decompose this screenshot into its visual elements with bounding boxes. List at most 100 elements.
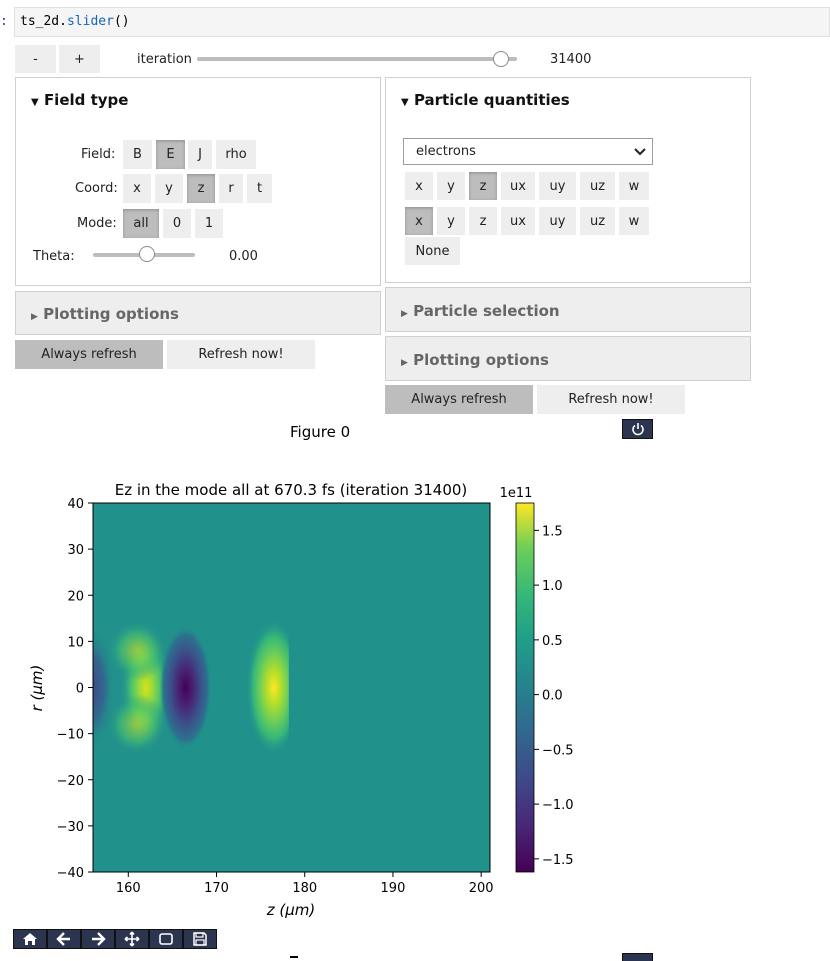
zoom-rect-icon	[159, 933, 173, 945]
particle-none-option[interactable]: None	[405, 237, 460, 265]
x-tick-label: 160	[116, 881, 141, 896]
particle-x-option-uy[interactable]: uy	[539, 172, 576, 200]
colorbar-tick-label: 1.0	[542, 579, 563, 594]
mode-option-0[interactable]: 0	[163, 209, 191, 238]
code-object: ts_2d.	[20, 14, 67, 29]
back-button[interactable]	[47, 929, 81, 949]
home-button[interactable]	[13, 929, 47, 949]
field-feature-wing	[107, 694, 168, 755]
coord-option-y[interactable]: y	[155, 174, 183, 203]
coord-label: Coord:	[75, 181, 118, 196]
iteration-slider-handle[interactable]	[493, 51, 509, 67]
next-power-button-fragment	[622, 953, 653, 961]
caret-down-icon: ▼	[31, 97, 39, 108]
code-function: slider	[66, 14, 114, 29]
figure-toolbar	[13, 929, 217, 949]
caret-right-icon: ▶	[31, 312, 38, 322]
y-axis-label: r (μm)	[28, 665, 46, 712]
colorbar-tick-label: −1.5	[542, 853, 574, 868]
y-tick-label: 30	[67, 543, 84, 558]
x-tick-label: 180	[292, 881, 317, 896]
theta-value: 0.00	[229, 249, 258, 264]
colorbar-tick-label: 0.5	[542, 634, 563, 649]
y-tick-label: 0	[76, 682, 84, 697]
field-refresh-now-button[interactable]: Refresh now!	[167, 340, 315, 369]
field-feature-negative	[159, 625, 212, 750]
mode-option-1[interactable]: 1	[195, 209, 223, 238]
field-plotting-options-header[interactable]: ▶ Plotting options	[31, 305, 179, 323]
chevron-down-icon	[634, 144, 646, 163]
heatmap-image	[93, 503, 490, 872]
field-type-header[interactable]: ▼ Field type	[31, 91, 128, 109]
particle-quantities-title: Particle quantities	[413, 91, 570, 109]
theta-label: Theta:	[33, 249, 75, 264]
mode-label: Mode:	[77, 216, 117, 231]
cell-prompt: :	[0, 14, 8, 29]
home-icon	[23, 933, 37, 945]
particle-y-option-z[interactable]: z	[469, 207, 497, 235]
particle-quantities-header[interactable]: ▼ Particle quantities	[401, 91, 570, 109]
colorbar-tick-label: −1.0	[542, 798, 574, 813]
y-tick-label: 20	[67, 589, 84, 604]
species-select[interactable]: electrons	[403, 138, 653, 165]
particle-y-option-uy[interactable]: uy	[539, 207, 576, 235]
zoom-rect-button[interactable]	[149, 929, 183, 949]
arrow-left-icon	[56, 932, 70, 946]
particle-x-option-y[interactable]: y	[437, 172, 465, 200]
iteration-slider-track	[197, 57, 517, 61]
forward-button[interactable]	[81, 929, 115, 949]
ez-field-chart: Ez in the mode all at 670.3 fs (iteratio…	[28, 481, 574, 919]
coord-option-z[interactable]: z	[187, 174, 215, 203]
iteration-label: iteration	[137, 52, 192, 67]
coord-option-r[interactable]: r	[219, 174, 243, 203]
mode-option-all[interactable]: all	[123, 209, 159, 238]
field-option-b[interactable]: B	[123, 140, 152, 169]
arrow-right-icon	[92, 932, 106, 946]
code-cell[interactable]: ts_2d.slider()	[14, 7, 830, 37]
species-selected-value: electrons	[416, 144, 476, 159]
particle-x-option-x[interactable]: x	[405, 172, 433, 200]
power-button[interactable]	[622, 419, 653, 439]
caret-down-icon: ▼	[401, 97, 409, 108]
particle-x-option-z[interactable]: z	[469, 172, 497, 200]
particle-y-option-y[interactable]: y	[437, 207, 465, 235]
iteration-slider[interactable]	[197, 51, 517, 67]
particle-plotting-options-header[interactable]: ▶ Plotting options	[401, 351, 549, 369]
theta-slider-handle[interactable]	[139, 246, 155, 262]
x-tick-label: 170	[204, 881, 229, 896]
particle-plotting-options-title: Plotting options	[413, 351, 549, 369]
colorbar-tick-label: 0.0	[542, 689, 563, 704]
particle-always-refresh-toggle[interactable]: Always refresh	[385, 385, 533, 414]
particle-x-option-w[interactable]: w	[619, 172, 649, 200]
move-icon	[124, 931, 140, 947]
y-tick-label: 10	[67, 635, 84, 650]
field-option-j[interactable]: J	[188, 140, 212, 169]
decrement-button[interactable]: -	[15, 45, 56, 73]
particle-x-option-uz[interactable]: uz	[580, 172, 615, 200]
y-tick-label: 40	[67, 497, 84, 512]
field-option-e[interactable]: E	[156, 140, 185, 169]
pan-button[interactable]	[115, 929, 149, 949]
particle-y-option-ux[interactable]: ux	[501, 207, 535, 235]
particle-y-option-w[interactable]: w	[619, 207, 649, 235]
particle-y-option-uz[interactable]: uz	[580, 207, 615, 235]
colorbar-tick-label: −0.5	[542, 743, 574, 758]
theta-slider[interactable]	[93, 246, 195, 262]
caret-right-icon: ▶	[401, 358, 408, 368]
field-option-rho[interactable]: rho	[216, 140, 256, 169]
particle-selection-header[interactable]: ▶ Particle selection	[401, 302, 560, 320]
colorbar	[515, 502, 535, 873]
particle-y-option-x[interactable]: x	[405, 207, 433, 235]
x-tick-label: 200	[469, 881, 494, 896]
y-tick-label: −30	[57, 820, 84, 835]
increment-button[interactable]: +	[59, 45, 100, 73]
code-parens: ()	[113, 14, 130, 29]
particle-refresh-now-button[interactable]: Refresh now!	[537, 385, 685, 414]
save-button[interactable]	[183, 929, 217, 949]
coord-option-x[interactable]: x	[123, 174, 151, 203]
y-tick-label: −20	[57, 774, 84, 789]
particle-x-option-ux[interactable]: ux	[501, 172, 535, 200]
field-feature-wing	[107, 620, 168, 681]
field-always-refresh-toggle[interactable]: Always refresh	[15, 340, 163, 369]
coord-option-t[interactable]: t	[247, 174, 272, 203]
